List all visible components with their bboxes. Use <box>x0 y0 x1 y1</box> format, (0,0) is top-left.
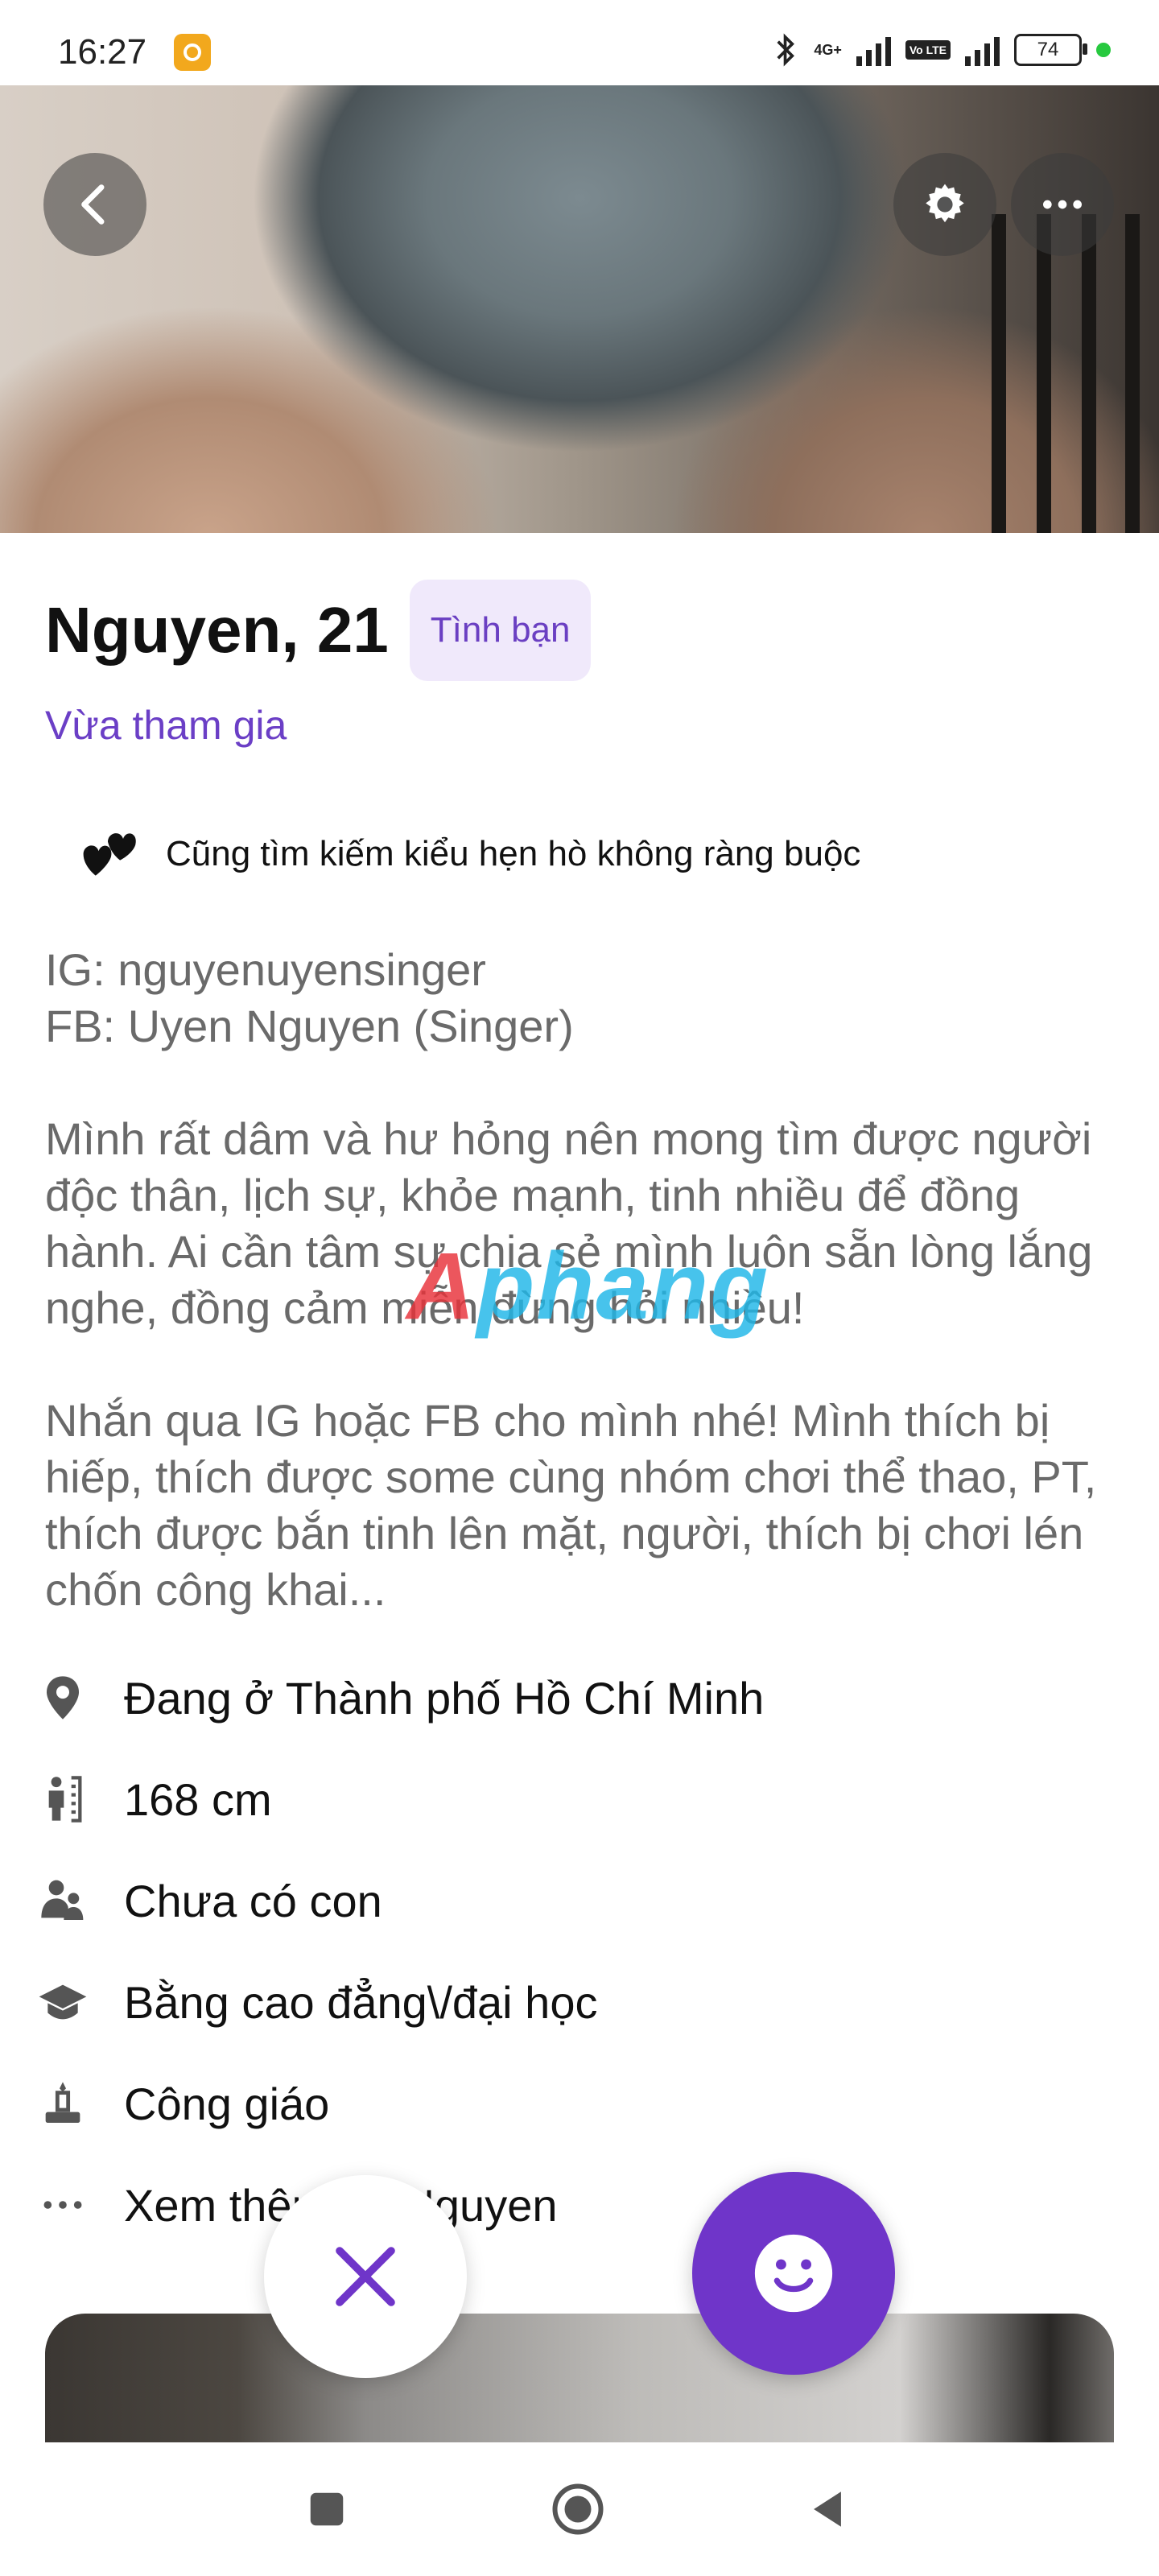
children-icon <box>41 1880 84 1920</box>
status-icons: 4G+ Vo LTE 74 <box>773 32 1111 68</box>
joined-status: Vừa tham gia <box>45 703 287 748</box>
more-dots-icon <box>43 2201 82 2209</box>
detail-education: Bằng cao đẳng\/đại học <box>0 1958 1159 2046</box>
detail-height: 168 cm <box>0 1755 1159 1843</box>
bluetooth-icon <box>777 33 795 67</box>
height-icon <box>48 1776 82 1823</box>
detail-religion: Công giáo <box>0 2059 1159 2148</box>
home-circle-icon <box>552 2483 604 2535</box>
profile-photo[interactable] <box>0 85 1159 533</box>
religion-icon <box>45 2082 80 2123</box>
location-pin-icon <box>47 1676 79 1719</box>
close-icon <box>336 2247 395 2306</box>
detail-children-text: Chưa có con <box>124 1875 382 1926</box>
signal-icon <box>856 34 891 66</box>
square-icon <box>310 2492 344 2526</box>
detail-location-text: Đang ở Thành phố Hồ Chí Minh <box>124 1672 765 1724</box>
intent-tag: Tình bạn <box>409 580 592 681</box>
watermark-logo: Aphang <box>406 1233 770 1340</box>
smile-icon <box>754 2234 833 2313</box>
home-button[interactable] <box>547 2479 608 2540</box>
recent-apps-button[interactable] <box>296 2479 357 2540</box>
detail-children: Chưa có con <box>0 1856 1159 1945</box>
pass-button[interactable] <box>264 2175 467 2378</box>
chevron-left-icon <box>81 184 105 225</box>
network-type: 4G+ <box>814 42 842 58</box>
privacy-indicator-dot <box>1096 43 1111 57</box>
more-options-button[interactable] <box>1011 153 1114 256</box>
photo-railing <box>1082 214 1096 533</box>
volte-badge: Vo LTE <box>905 40 951 60</box>
status-bar: 16:27 4G+ Vo LTE 74 <box>0 0 1159 85</box>
battery-level: 74 <box>1037 39 1059 60</box>
also-looking-text: Cũng tìm kiếm kiểu hẹn hò không ràng buộ… <box>166 834 861 873</box>
system-navigation-bar <box>0 2442 1159 2576</box>
photo-railing <box>992 214 1006 533</box>
hearts-icon <box>83 833 136 876</box>
detail-location: Đang ở Thành phố Hồ Chí Minh <box>0 1653 1159 1742</box>
battery-icon: 74 <box>1014 34 1087 66</box>
also-looking-row: Cũng tìm kiếm kiểu hẹn hò không ràng buộ… <box>77 826 860 882</box>
notification-app-icon <box>174 34 211 71</box>
photo-railing <box>1037 214 1051 533</box>
like-button[interactable] <box>692 2172 895 2375</box>
detail-religion-text: Công giáo <box>124 2078 330 2129</box>
education-cap-icon <box>39 1984 87 2020</box>
see-more-row[interactable]: Xem thêm về Nguyen <box>0 2161 1159 2249</box>
more-horizontal-icon <box>1043 200 1082 209</box>
profile-name-age: Nguyen, 21 <box>45 594 389 666</box>
profile-header: Nguyen, 21 Tình bạn <box>45 580 592 681</box>
back-triangle-icon <box>814 2491 841 2527</box>
gear-icon <box>926 184 964 223</box>
detail-height-text: 168 cm <box>124 1773 272 1825</box>
back-button[interactable] <box>43 153 146 256</box>
back-nav-button[interactable] <box>797 2479 858 2540</box>
settings-button[interactable] <box>893 153 996 256</box>
photo-railing <box>1125 214 1140 533</box>
signal-icon-2 <box>965 34 1000 66</box>
status-time: 16:27 <box>58 32 147 72</box>
detail-education-text: Bằng cao đẳng\/đại học <box>124 1976 598 2028</box>
